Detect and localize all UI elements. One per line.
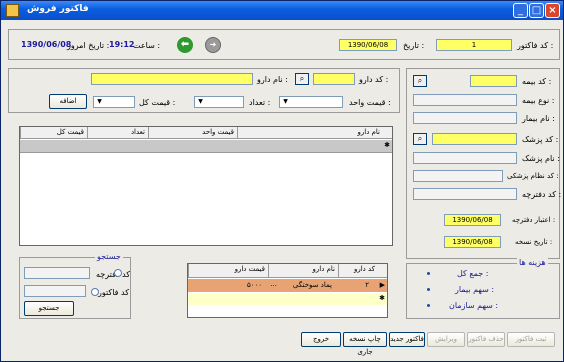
print-current-prescription-button[interactable]: چاپ نسخه جاری <box>343 332 387 356</box>
items-grid-new-row[interactable]: ✱ <box>20 140 392 153</box>
total-label: جمع کل : <box>457 269 489 278</box>
patient-panel: کد بیمه : ⌕ نوع بیمه : نام بیمار : کد پز… <box>406 68 562 259</box>
prescription-date-label: تاریخ نسخه : <box>515 238 553 246</box>
count-combo[interactable]: ▼ <box>194 96 244 108</box>
register-invoice-button[interactable]: ثبت فاکتور <box>507 332 555 347</box>
drug-lookup-icon[interactable]: ⌕ <box>295 73 309 85</box>
drug-entry-panel: کد دارو : ⌕ نام دارو : قیمت واحد : ▼ تعد… <box>8 68 400 113</box>
maximize-button[interactable]: □ <box>529 3 544 18</box>
mini-grid-header: کد دارو نام دارو قیمت دارو <box>188 264 387 278</box>
count-label: تعداد : <box>249 98 271 107</box>
search-title: جستجو <box>95 252 123 261</box>
row-marker-icon: ✱ <box>384 141 390 149</box>
patient-share-label: سهم بیمار : <box>455 285 495 294</box>
total-price-combo[interactable]: ▼ <box>93 96 135 108</box>
insurance-code-field[interactable] <box>470 75 517 87</box>
date-label: تاریخ : <box>403 41 425 50</box>
booklet-code-search-label: کد دفترچه <box>96 270 130 279</box>
drug-code-label: کد دارو : <box>359 75 389 84</box>
add-button[interactable]: اضافه <box>49 94 87 109</box>
invoice-code-search-label: کد فاکتور <box>98 288 130 297</box>
cell-drug-code: ۲ <box>365 281 369 289</box>
total-price-label: قیمت کل : <box>139 98 176 107</box>
invoice-code-search-field[interactable] <box>24 285 86 297</box>
patient-share-value <box>427 288 430 291</box>
invoice-code-field[interactable]: 1 <box>436 39 512 51</box>
org-share-value <box>427 304 430 307</box>
table-row[interactable]: ▶ ۲ پماد سوختگی ... ۵۰۰۰ <box>188 279 387 292</box>
doctor-name-field[interactable] <box>413 152 517 164</box>
today-label: تاریخ امروز : <box>67 41 110 50</box>
time-value: 19:12 <box>109 40 135 49</box>
booklet-validity-label: اعتبار دفترچه : <box>512 216 556 224</box>
app-icon <box>6 4 19 17</box>
cell-ellipsis: ... <box>270 280 277 288</box>
drug-name-field[interactable] <box>91 73 253 85</box>
drug-name-label: نام دارو : <box>257 75 288 84</box>
patient-name-label: نام بیمار : <box>522 114 555 123</box>
insurance-lookup-icon[interactable]: ⌕ <box>413 75 427 87</box>
close-button[interactable]: × <box>545 3 560 18</box>
new-invoice-button[interactable]: فاکتور جدید <box>389 332 425 347</box>
date-field[interactable]: 1390/06/08 <box>339 39 397 51</box>
col-mini-drug-price: قیمت دارو <box>188 264 268 278</box>
row-marker-icon: ✱ <box>379 294 385 302</box>
booklet-code-radio[interactable] <box>114 269 122 277</box>
insurance-type-label: نوع بیمه : <box>522 96 555 105</box>
drug-code-field[interactable] <box>313 73 355 85</box>
invoice-code-label: کد فاکتور : <box>517 41 554 50</box>
minimize-button[interactable]: _ <box>513 3 528 18</box>
cell-drug-price: ۵۰۰۰ <box>246 281 262 289</box>
exit-button[interactable]: خروج <box>301 332 341 347</box>
search-panel: جستجو کد دفترچه کد فاکتور جستجو <box>19 252 131 319</box>
col-drug-name: نام دارو <box>237 127 383 139</box>
chevron-down-icon: ▼ <box>97 98 102 105</box>
window-title: فاکتور فروش <box>27 4 89 14</box>
col-mini-drug-name: نام دارو <box>268 264 338 278</box>
booklet-code-field[interactable] <box>413 188 517 200</box>
unit-price-combo[interactable]: ▼ <box>279 96 343 108</box>
cell-drug-name: پماد سوختگی <box>292 281 332 289</box>
doctor-code-field[interactable] <box>432 133 517 145</box>
chevron-down-icon: ▼ <box>198 98 203 105</box>
insurance-type-field[interactable] <box>413 94 517 106</box>
patient-name-field[interactable] <box>413 112 517 124</box>
doctor-code-label: کد پزشک : <box>522 135 559 144</box>
total-value <box>427 272 430 275</box>
booklet-validity-field[interactable]: 1390/06/08 <box>444 214 501 226</box>
edit-button[interactable]: ویرایش <box>427 332 465 347</box>
doctor-name-label: نام پزشک : <box>522 154 560 163</box>
org-share-label: سهم سازمان : <box>449 301 499 310</box>
search-button[interactable]: جستجو <box>24 301 74 316</box>
cost-title: هزینه ها <box>517 258 548 267</box>
chevron-down-icon: ▼ <box>283 98 288 105</box>
main-window: فاکتور فروش _ □ × کد فاکتور : 1 تاریخ : … <box>0 0 564 362</box>
invoice-code-radio[interactable] <box>91 288 99 296</box>
booklet-code-label: کد دفترچه : <box>522 190 562 199</box>
insurance-code-label: کد بیمه : <box>522 77 552 86</box>
delete-invoice-button[interactable]: حذف فاکتور <box>467 332 505 347</box>
unit-price-label: قیمت واحد : <box>349 98 391 107</box>
items-grid[interactable]: نام دارو قیمت واحد تعداد قیمت کل ✱ <box>19 126 393 246</box>
medical-system-code-label: کد نظام پزشکی : <box>507 172 559 180</box>
cost-panel: هزینه ها جمع کل : سهم بیمار : سهم سازمان… <box>406 258 560 319</box>
col-unit-price: قیمت واحد <box>148 127 237 139</box>
doctor-lookup-icon[interactable]: ⌕ <box>413 133 427 145</box>
time-label: ساعت : <box>133 41 161 50</box>
col-mini-drug-code: کد دارو <box>338 264 378 278</box>
mini-grid-new-row[interactable]: ✱ <box>188 293 387 305</box>
mini-grid[interactable]: کد دارو نام دارو قیمت دارو ▶ ۲ پماد سوخت… <box>187 263 388 318</box>
col-total-price: قیمت کل <box>20 127 87 139</box>
title-bar: فاکتور فروش _ □ × <box>1 1 563 20</box>
today-value: 1390/06/08 <box>21 40 72 49</box>
booklet-code-search-field[interactable] <box>24 267 90 279</box>
items-grid-header: نام دارو قیمت واحد تعداد قیمت کل <box>20 127 392 139</box>
back-arrow-icon[interactable]: ⬅ <box>177 37 193 53</box>
header-panel: کد فاکتور : 1 تاریخ : 1390/06/08 ➜ ⬅ ساع… <box>8 29 560 60</box>
forward-arrow-icon[interactable]: ➜ <box>205 37 221 53</box>
prescription-date-field[interactable]: 1390/06/08 <box>444 236 501 248</box>
row-pointer-icon: ▶ <box>379 281 385 289</box>
medical-system-code-field[interactable] <box>413 170 503 182</box>
col-count: تعداد <box>87 127 148 139</box>
